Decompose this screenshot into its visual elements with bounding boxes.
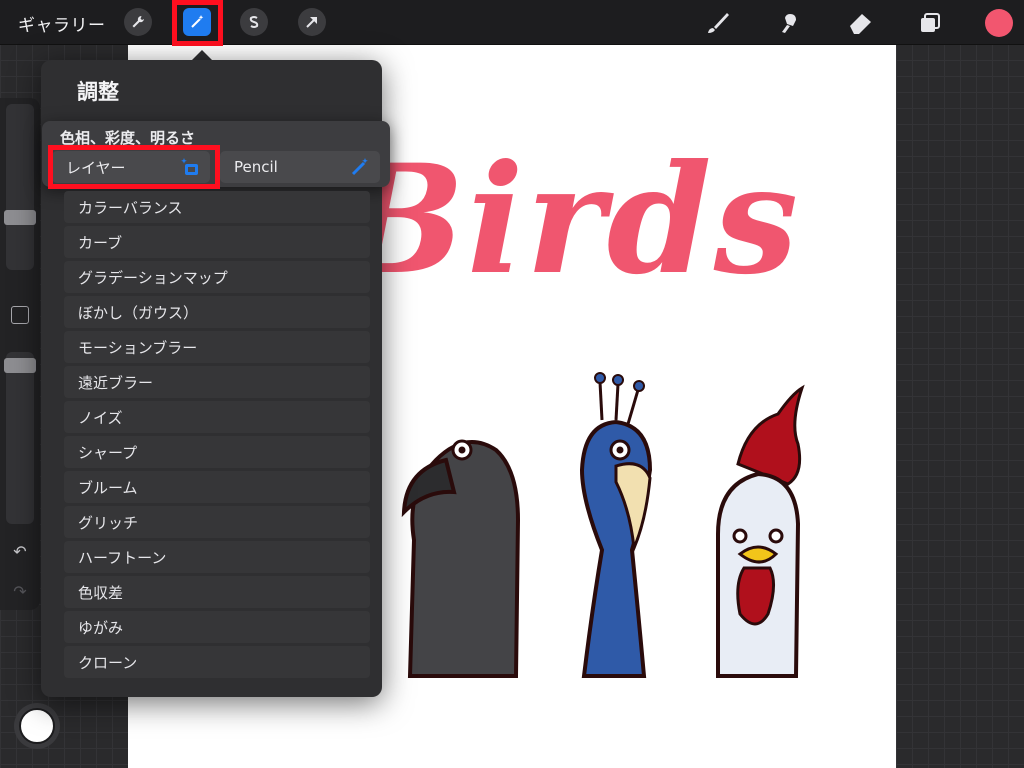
redo-icon[interactable]: ↷ [9, 582, 31, 601]
panel-pointer [192, 50, 212, 60]
layers-icon[interactable] [915, 8, 945, 38]
color-picker-circle[interactable] [14, 703, 60, 749]
canvas-title-text: Birds [338, 132, 801, 308]
menu-item-bloom[interactable]: ブルーム [64, 471, 370, 503]
opacity-slider[interactable] [4, 352, 36, 524]
menu-item-noise[interactable]: ノイズ [64, 401, 370, 433]
apply-to-pencil-option[interactable]: Pencil [220, 151, 380, 183]
magic-wand-icon[interactable] [183, 8, 211, 36]
wrench-icon[interactable] [124, 8, 152, 36]
pencil-option-label: Pencil [234, 158, 278, 176]
menu-item-gradient-map[interactable]: グラデーションマップ [64, 261, 370, 293]
selection-s-icon[interactable] [240, 8, 268, 36]
menu-item-clone[interactable]: クローン [64, 646, 370, 678]
left-sidebar: ↶ ↷ [0, 98, 40, 610]
menu-item-glitch[interactable]: グリッチ [64, 506, 370, 538]
transform-arrow-icon[interactable] [298, 8, 326, 36]
menu-item-motion-blur[interactable]: モーションブラー [64, 331, 370, 363]
peacock-illustration [579, 372, 653, 678]
menu-item-chromatic-aberration[interactable]: 色収差 [64, 576, 370, 608]
rooster-illustration [716, 384, 805, 678]
layer-option-highlight [48, 145, 220, 189]
undo-icon[interactable]: ↶ [9, 542, 31, 561]
opacity-knob[interactable] [4, 358, 36, 373]
eraser-icon[interactable] [845, 8, 875, 38]
brush-size-slider[interactable] [4, 104, 36, 270]
panel-title: 調整 [77, 80, 119, 104]
brush-icon[interactable] [703, 8, 733, 38]
pencil-sparkle-icon [351, 158, 368, 176]
menu-item-sharpen[interactable]: シャープ [64, 436, 370, 468]
top-toolbar: ギャラリー [0, 0, 1024, 46]
current-color-swatch[interactable] [985, 9, 1013, 37]
menu-item-curves[interactable]: カーブ [64, 226, 370, 258]
crow-illustration [401, 439, 521, 678]
adjustments-list: カラーバランス カーブ グラデーションマップ ぼかし（ガウス） モーションブラー… [64, 191, 370, 681]
modify-button[interactable] [11, 306, 29, 324]
gallery-button[interactable]: ギャラリー [18, 11, 106, 36]
brush-size-knob[interactable] [4, 210, 36, 225]
menu-item-halftone[interactable]: ハーフトーン [64, 541, 370, 573]
menu-item-color-balance[interactable]: カラーバランス [64, 191, 370, 223]
color-picker-inner [19, 708, 55, 744]
menu-item-perspective-blur[interactable]: 遠近ブラー [64, 366, 370, 398]
smudge-icon[interactable] [774, 8, 804, 38]
menu-item-liquify[interactable]: ゆがみ [64, 611, 370, 643]
menu-item-gaussian-blur[interactable]: ぼかし（ガウス） [64, 296, 370, 328]
